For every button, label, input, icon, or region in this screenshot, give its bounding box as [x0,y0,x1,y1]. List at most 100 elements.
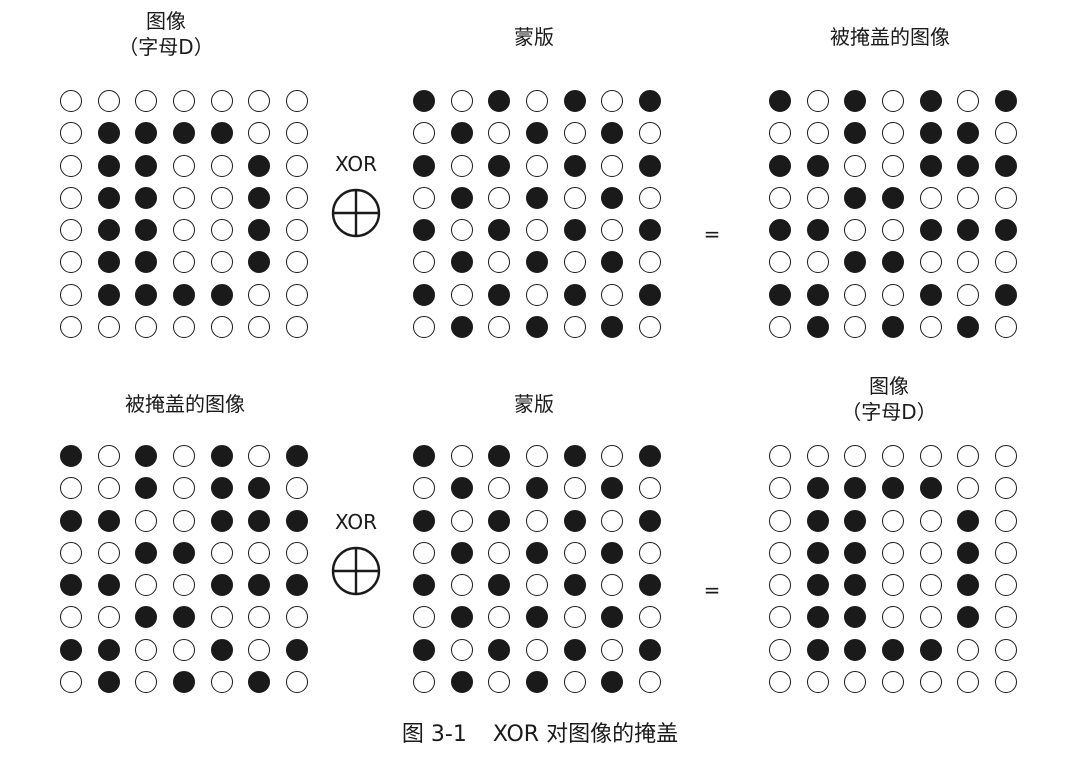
filled-dot [919,477,942,500]
top-result-label: 被掩盖的图像 [830,25,950,49]
empty-dot [248,445,271,467]
filled-dot [488,638,511,661]
filled-dot [248,509,271,532]
empty-dot [919,509,942,532]
empty-dot [210,186,233,209]
empty-dot [248,122,271,145]
empty-dot [844,670,867,693]
filled-dot [638,509,661,532]
empty-dot [769,315,791,338]
bottom-image-grid [60,445,308,693]
empty-dot [957,477,980,500]
empty-dot [135,315,158,338]
filled-dot [919,638,942,661]
filled-dot [60,445,82,467]
filled-dot [285,574,308,597]
bottom-result-label: 图像 （字母D） [829,373,949,425]
filled-dot [601,122,624,145]
bottom-image-label: 被掩盖的图像 [125,392,245,416]
bottom-mask-label: 蒙版 [514,392,554,416]
empty-dot [601,283,624,306]
filled-dot [601,315,624,338]
filled-dot [413,283,435,306]
filled-dot [210,477,233,500]
empty-dot [769,670,791,693]
filled-dot [806,574,829,597]
empty-dot [60,477,82,500]
empty-dot [769,638,791,661]
empty-dot [881,154,904,177]
empty-dot [919,186,942,209]
empty-dot [638,251,661,274]
filled-dot [525,251,548,274]
empty-dot [806,90,829,112]
filled-dot [563,574,586,597]
empty-dot [172,186,195,209]
empty-dot [60,122,82,145]
empty-dot [248,315,271,338]
filled-dot [806,315,829,338]
filled-dot [97,219,120,242]
empty-dot [994,477,1017,500]
empty-dot [844,283,867,306]
empty-dot [563,186,586,209]
empty-dot [525,445,548,467]
empty-dot [210,219,233,242]
filled-dot [844,122,867,145]
empty-dot [60,541,82,564]
empty-dot [994,509,1017,532]
filled-dot [957,154,980,177]
filled-dot [919,90,942,112]
filled-dot [638,574,661,597]
empty-dot [919,251,942,274]
empty-dot [769,574,791,597]
empty-dot [285,186,308,209]
top-image-label: 图像 （字母D） [106,8,226,60]
filled-dot [919,283,942,306]
empty-dot [525,154,548,177]
filled-dot [601,186,624,209]
filled-dot [601,251,624,274]
filled-dot [601,606,624,629]
empty-dot [210,541,233,564]
empty-dot [957,251,980,274]
empty-dot [135,574,158,597]
empty-dot [488,670,511,693]
filled-dot [60,638,82,661]
empty-dot [881,670,904,693]
empty-dot [413,541,435,564]
empty-dot [285,315,308,338]
filled-dot [135,606,158,629]
filled-dot [210,283,233,306]
filled-dot [638,283,661,306]
filled-dot [488,283,511,306]
empty-dot [957,638,980,661]
top-mask-label: 蒙版 [514,25,554,49]
empty-dot [172,445,195,467]
empty-dot [450,154,473,177]
filled-dot [601,541,624,564]
filled-dot [919,122,942,145]
filled-dot [525,186,548,209]
empty-dot [285,251,308,274]
empty-dot [769,606,791,629]
filled-dot [525,122,548,145]
filled-dot [413,574,435,597]
empty-dot [638,541,661,564]
empty-dot [285,670,308,693]
empty-dot [97,445,120,467]
empty-dot [60,154,82,177]
filled-dot [844,186,867,209]
filled-dot [285,445,308,467]
empty-dot [210,315,233,338]
empty-dot [97,315,120,338]
empty-dot [806,670,829,693]
empty-dot [994,251,1017,274]
empty-dot [450,219,473,242]
empty-dot [957,283,980,306]
filled-dot [248,186,271,209]
filled-dot [563,283,586,306]
empty-dot [601,638,624,661]
empty-dot [488,251,511,274]
figure-caption: 图 3-1 XOR 对图像的掩盖 [0,721,1080,749]
